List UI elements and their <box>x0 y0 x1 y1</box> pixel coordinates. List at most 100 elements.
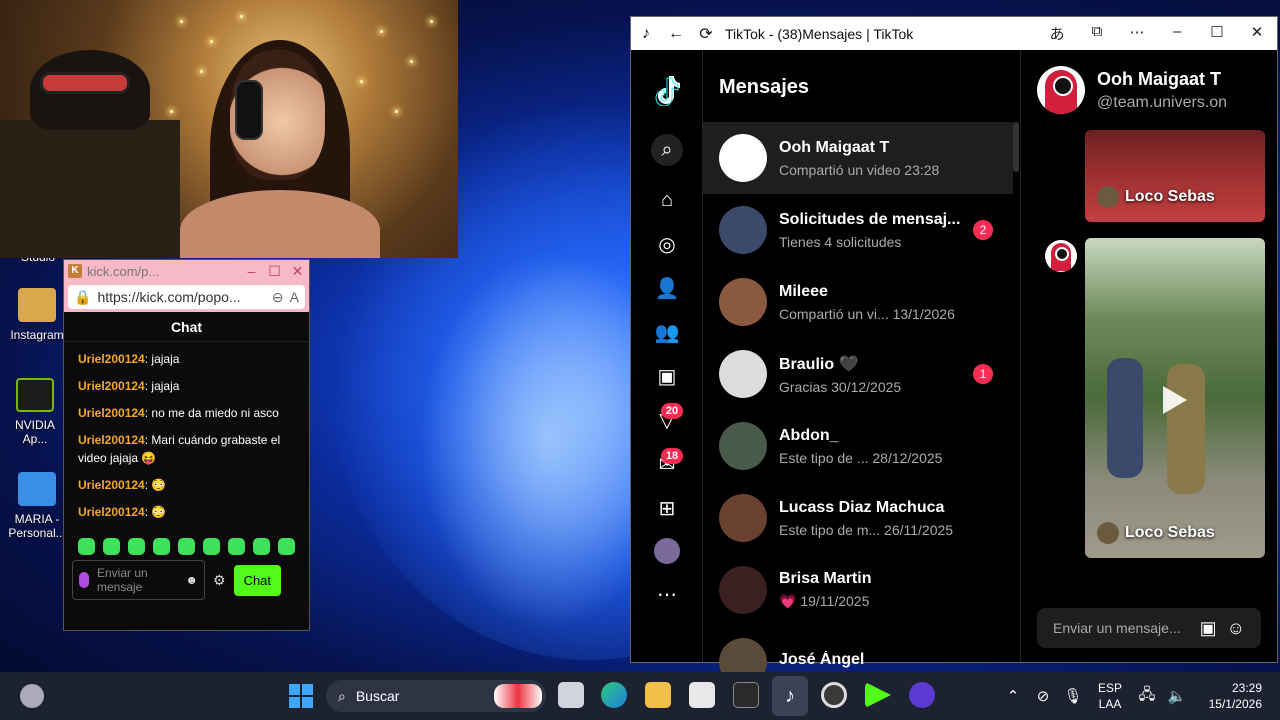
emote-icon[interactable] <box>153 537 170 555</box>
video-caption: Loco Sebas <box>1097 522 1215 544</box>
start-button[interactable] <box>289 684 313 708</box>
conversation-item[interactable]: Abdon_ Este tipo de ... 28/12/2025 <box>703 410 1013 482</box>
following-icon[interactable]: 👤 <box>653 274 681 302</box>
taskbar: ⌕ Buscar ♪ ⌃ ⊘ 🎙 ESP LAA 🖧 🔈 23:29 15/1/… <box>0 672 1280 720</box>
conversation-item[interactable]: Solicitudes de mensaj... Tienes 4 solicit… <box>703 194 1013 266</box>
avatar <box>719 278 767 326</box>
camera-off-icon[interactable]: ⊘ <box>1028 687 1058 705</box>
home-icon[interactable]: ⌂ <box>653 186 681 214</box>
app-icon[interactable] <box>909 682 935 708</box>
maximize-button[interactable]: ☐ <box>1197 23 1237 44</box>
lock-icon: 🔒 <box>74 288 92 305</box>
emote-icon[interactable] <box>278 537 295 555</box>
file-explorer-icon[interactable] <box>645 682 671 708</box>
sender-avatar[interactable] <box>1045 240 1077 272</box>
emote-icon[interactable] <box>78 537 95 555</box>
chat-message-list: Uriel200124: jajaja Uriel200124: jajaja … <box>64 342 309 534</box>
kick-titlebar[interactable]: K kick.com/p... – ☐ ✕ <box>64 260 309 282</box>
edge-icon[interactable] <box>601 682 627 708</box>
emoji-icon[interactable]: ☻ <box>185 573 198 587</box>
shared-video[interactable]: Loco Sebas <box>1085 238 1265 558</box>
conversation-item[interactable]: Mileee Compartió un vi... 13/1/2026 <box>703 266 1013 338</box>
desktop-icon-maria[interactable]: MARIA - Personal... <box>7 472 67 540</box>
chevron-up-icon[interactable]: ⌃ <box>998 687 1028 705</box>
search-icon: ⌕ <box>338 687 346 704</box>
close-button[interactable]: ✕ <box>1237 23 1277 44</box>
minimize-button[interactable]: – <box>1157 23 1197 44</box>
desktop-icon-nvidia[interactable]: NVIDIA Ap... <box>5 378 65 446</box>
creator-avatar <box>1097 522 1119 544</box>
emote-icon[interactable] <box>103 537 120 555</box>
tiktok-logo-icon[interactable] <box>653 74 681 106</box>
conversation-item[interactable]: Lucass Diaz Machuca Este tipo de m... 26/… <box>703 482 1013 554</box>
message-input-placeholder: Enviar un mensaje... <box>1053 620 1181 636</box>
chat-heading: Chat <box>64 312 309 342</box>
conversation-item[interactable]: Braulio 🖤 Gracias 30/12/2025 1 <box>703 338 1013 410</box>
weather-widget-icon[interactable] <box>20 684 44 708</box>
explore-icon[interactable]: ◎ <box>653 230 681 258</box>
url-field[interactable]: 🔒 https://kick.com/popo... ⊖ A <box>68 285 305 309</box>
taskbar-search[interactable]: ⌕ Buscar <box>326 680 546 712</box>
video-caption: Loco Sebas <box>1097 186 1215 208</box>
mic-icon[interactable] <box>79 572 89 588</box>
emote-icon[interactable] <box>178 537 195 555</box>
desktop-icon-instagram[interactable]: Instagram <box>7 288 67 342</box>
onedrive-icon <box>18 472 56 506</box>
read-aloud-icon[interactable]: A <box>290 289 299 305</box>
upload-icon[interactable]: ⊞ <box>653 494 681 522</box>
more-menu-icon[interactable]: ⋯ <box>1117 23 1157 44</box>
search-icon[interactable]: ⌕ <box>651 134 683 166</box>
unread-badge: 1 <box>973 364 993 384</box>
volume-icon[interactable]: 🔈 <box>1162 687 1192 705</box>
shared-video[interactable]: Loco Sebas <box>1085 130 1265 222</box>
minimize-button[interactable]: – <box>240 263 263 280</box>
emote-icon[interactable] <box>253 537 270 555</box>
emote-icon[interactable] <box>128 537 145 555</box>
taskbar-search-label: Buscar <box>355 688 400 704</box>
close-button[interactable]: ✕ <box>286 263 309 280</box>
chat-input[interactable]: Enviar un mensaje ☻ <box>72 560 205 600</box>
gear-icon[interactable]: ⚙ <box>213 572 226 589</box>
send-chat-button[interactable]: Chat <box>233 564 282 596</box>
background-shelf <box>0 120 180 258</box>
emoji-icon[interactable]: ☺ <box>1227 618 1245 639</box>
language-indicator[interactable]: ESP LAA <box>1088 680 1132 712</box>
zoom-icon[interactable]: ⊖ <box>272 289 284 306</box>
list-scrollbar[interactable] <box>1013 122 1019 172</box>
back-arrow-icon[interactable]: ← <box>661 25 691 43</box>
microphone-icon[interactable]: 🎙 <box>1058 687 1088 705</box>
chat-input-placeholder: Enviar un mensaje <box>97 566 148 594</box>
play-icon[interactable] <box>1163 386 1187 414</box>
chat-header[interactable]: Ooh Maigaat T @team.univers.on <box>1021 50 1277 130</box>
message-input[interactable]: Enviar un mensaje... ▣ ☺ <box>1037 608 1261 648</box>
kick-popout-window[interactable]: K kick.com/p... – ☐ ✕ 🔒 https://kick.com… <box>63 259 310 631</box>
capcut-icon[interactable] <box>733 682 759 708</box>
obs-icon[interactable] <box>821 682 847 708</box>
tiktok-window[interactable]: ♪ ← ⟳ TikTok - (38)Mensajes | TikTok あ ⧉… <box>630 16 1278 686</box>
clock[interactable]: 23:29 15/1/2026 <box>1192 680 1262 712</box>
maximize-button[interactable]: ☐ <box>263 263 286 280</box>
app-available-icon[interactable]: ⧉ <box>1077 23 1117 44</box>
conversation-item[interactable]: Brisa Martin 💗 19/11/2025 <box>703 554 1013 626</box>
emote-icon[interactable] <box>228 537 245 555</box>
tiktok-taskbar-icon[interactable]: ♪ <box>772 676 808 716</box>
tiktok-titlebar[interactable]: ♪ ← ⟳ TikTok - (38)Mensajes | TikTok あ ⧉… <box>631 17 1277 50</box>
emote-icon[interactable] <box>203 537 220 555</box>
translate-icon[interactable]: あ <box>1037 23 1077 44</box>
avatar[interactable] <box>1037 66 1085 114</box>
refresh-icon[interactable]: ⟳ <box>691 24 721 44</box>
chat-input-row: Enviar un mensaje ☻ ⚙ Chat <box>64 558 309 602</box>
store-icon[interactable] <box>689 682 715 708</box>
conversation-name: Ooh Maigaat T <box>779 138 890 156</box>
live-icon[interactable]: ▣ <box>653 362 681 390</box>
task-view-icon[interactable] <box>558 682 584 708</box>
friends-icon[interactable]: 👥 <box>653 318 681 346</box>
conversation-item[interactable]: Ooh Maigaat T Compartió un video 23:28 <box>703 122 1013 194</box>
image-icon[interactable]: ▣ <box>1200 618 1217 639</box>
chat-message: Uriel200124: 😳 <box>78 505 167 519</box>
tiktok-app-icon: ♪ <box>642 24 650 42</box>
more-icon[interactable]: ⋯ <box>653 580 681 608</box>
kick-taskbar-icon[interactable] <box>865 682 891 708</box>
network-icon[interactable]: 🖧 <box>1132 684 1162 709</box>
profile-avatar[interactable] <box>654 538 680 564</box>
